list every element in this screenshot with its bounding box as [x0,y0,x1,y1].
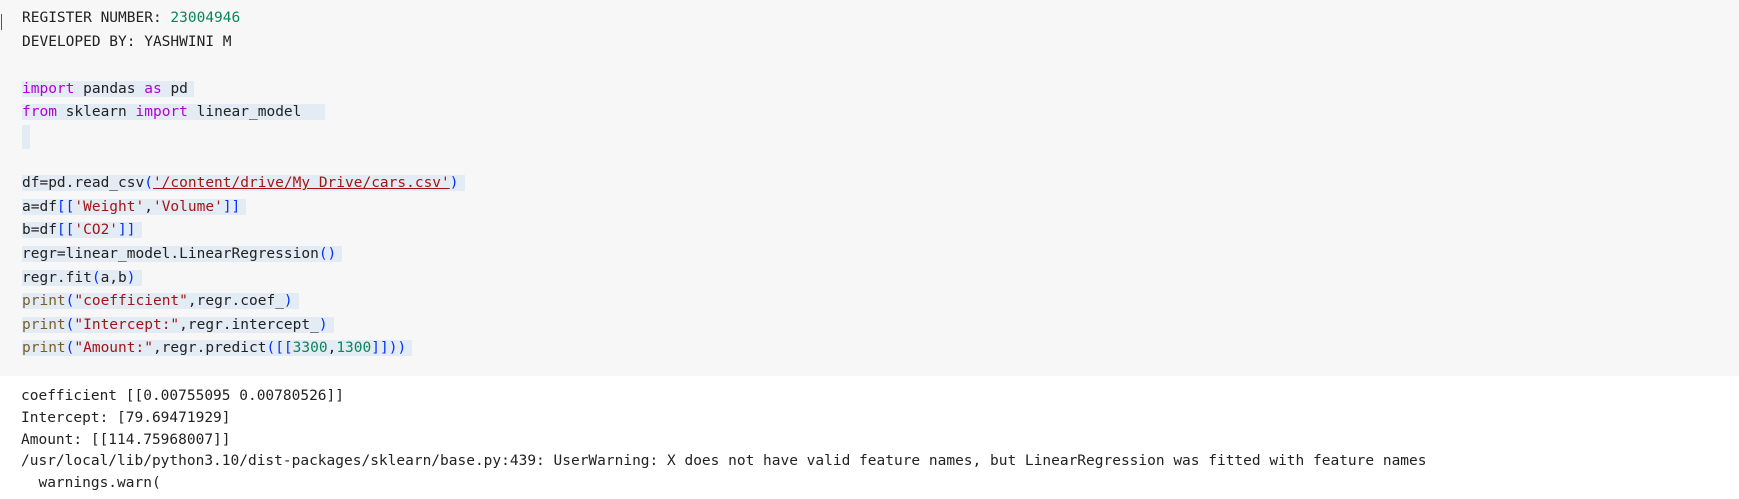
fit-call: regr.fit [22,269,92,286]
print-function: print [22,293,66,310]
code-line-b: b=df[['CO2']] [22,219,465,243]
a-assign: a=df [22,198,57,215]
imported-name: linear_model [196,104,302,121]
open-paren: ( [266,340,276,357]
selection-highlight: b=df[['CO2']] [22,222,142,239]
developed-by: DEVELOPED BY: YASHWINI M [22,33,232,50]
volume-number: 1300 [336,340,372,357]
regr-assign: regr=linear_model.LinearRegression [22,245,319,262]
code-line-from-sklearn: from sklearn import linear_model [22,101,465,125]
comma: , [144,198,153,215]
code-line-print-amount: print("Amount:",regr.predict([[3300,1300… [22,337,465,361]
output-line-coefficient: coefficient [[0.00755095 0.00780526]] [21,388,345,404]
csv-path-string[interactable]: '/content/drive/My Drive/cars.csv' [153,175,450,191]
b-assign: b=df [22,222,57,239]
output-line-amount: Amount: [[114.75968007]] [21,431,231,448]
intercept-attr: ,regr.intercept_ [179,316,319,333]
close-brackets: ]] [371,340,389,357]
code-line-import-pandas: import pandas as pd [22,78,465,102]
call-parens: () [318,245,337,262]
weight-string: 'Weight' [74,198,145,215]
open-brackets: [[ [56,198,75,215]
selection-highlight: regr=linear_model.LinearRegression() [22,245,343,262]
code-line-fit: regr.fit(a,b) [22,267,465,291]
open-brackets: [[ [275,340,293,357]
print-function: print [22,340,66,357]
code-line-register: REGISTER NUMBER: 23004946 [22,7,465,31]
code-line-blank-3 [22,149,465,173]
close-paren: ) [283,293,293,310]
selection-highlight: a=df[['Weight','Volume']] [22,198,247,215]
coef-string: "coefficient" [74,293,188,310]
keyword-import: import [22,80,75,97]
code-line-regr: regr=linear_model.LinearRegression() [22,243,465,267]
notebook-page: REGISTER NUMBER: 23004946 DEVELOPED BY: … [0,0,1739,499]
code-line-print-intercept: print("Intercept:",regr.intercept_) [22,314,465,338]
register-number: 23004946 [170,10,241,26]
cell-cursor [1,14,2,30]
open-paren: ( [144,175,153,192]
code-line-blank-1 [22,54,465,78]
output-line-warnings-warn: warnings.warn( [21,475,161,492]
register-label: REGISTER NUMBER: [22,10,171,26]
co2-string: 'CO2' [74,222,119,239]
fit-args: a,b [100,269,127,286]
keyword-as: as [144,80,162,97]
module-name: pandas [83,80,136,97]
open-paren: ( [91,269,101,286]
code-line-print-coef: print("coefficient",regr.coef_) [22,290,465,314]
module-name: sklearn [65,104,127,121]
close-paren: ) [397,340,407,357]
code-line-read-csv: df=pd.read_csv('/content/drive/My Drive/… [22,172,465,196]
close-brackets: ]] [222,198,241,215]
selection-highlight: df=pd.read_csv('/content/drive/My Drive/… [22,175,465,192]
keyword-from: from [22,104,57,121]
output-line-warning: /usr/local/lib/python3.10/dist-packages/… [21,453,1427,470]
output-line-intercept: Intercept: [79.69471929] [21,409,231,426]
selection-highlight: from sklearn import linear_model [22,104,325,121]
selection-highlight: print("coefficient",regr.coef_) [22,293,299,310]
selection-highlight: print("Intercept:",regr.intercept_) [22,316,334,333]
code-editor[interactable]: REGISTER NUMBER: 23004946 DEVELOPED BY: … [22,7,465,361]
close-paren: ) [318,316,328,333]
selection-highlight [22,124,30,149]
close-paren: ) [449,175,459,192]
cell-output: coefficient [[0.00755095 0.00780526]] In… [21,386,1427,495]
selection-highlight: regr.fit(a,b) [22,269,142,286]
code-cell[interactable]: REGISTER NUMBER: 23004946 DEVELOPED BY: … [0,0,1739,376]
keyword-import: import [135,104,188,121]
print-function: print [22,316,66,333]
selection-highlight: print("Amount:",regr.predict([[3300,1300… [22,340,413,357]
weight-number: 3300 [292,340,328,357]
open-brackets: [[ [56,222,75,239]
amount-string: "Amount:" [74,340,153,357]
volume-string: 'Volume' [152,198,223,215]
selection-highlight: import pandas as pd [22,80,194,97]
intercept-string: "Intercept:" [74,316,180,333]
code-line-developed-by: DEVELOPED BY: YASHWINI M [22,31,465,55]
close-brackets: ]] [118,222,136,239]
predict-call: ,regr.predict [152,340,267,357]
read-csv-call: df=pd.read_csv [22,175,145,192]
code-line-a: a=df[['Weight','Volume']] [22,196,465,220]
alias-name: pd [170,80,188,97]
coef-attr: ,regr.coef_ [187,293,284,310]
close-paren: ) [126,269,136,286]
code-line-blank-2 [22,124,465,149]
